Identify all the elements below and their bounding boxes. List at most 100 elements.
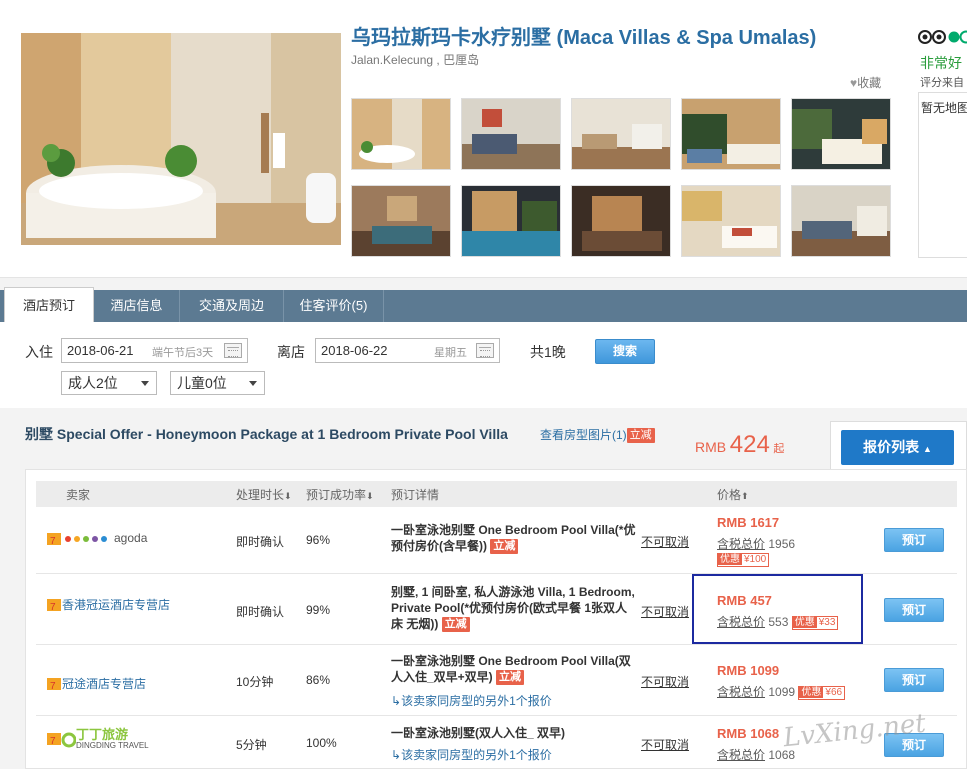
hotel-main-photo[interactable] [21,33,341,245]
tab-bar: 酒店预订 酒店信息 交通及周边 住客评价(5) [0,287,967,322]
discount-label: 优惠 [799,686,824,698]
discount-badge: 立减 [626,428,655,444]
return-arrow-icon: ↳ [391,694,402,708]
th-price[interactable]: 价格⬆ [717,486,749,503]
offer-detail[interactable]: 别墅, 1 间卧室, 私人游泳池 Villa, 1 Bedroom, Priva… [391,584,636,633]
svg-text:7: 7 [50,681,56,691]
room-photos-link[interactable]: 查看房型图片(1) 立减 [540,426,655,444]
th-seller: 卖家 [66,488,91,502]
checkout-label: 离店 [277,344,305,360]
tab-booking[interactable]: 酒店预订 [4,287,94,322]
seller-logo-dingding[interactable]: 7 丁丁旅游 DINGDING TRAVEL [46,728,149,751]
thumbnail-1[interactable] [351,98,451,170]
seller-logo-guantu[interactable]: 7 冠途酒店专营店 [46,675,146,692]
book-button[interactable]: 预订 [884,668,944,692]
checkout-value: 2018-06-22 [321,343,388,358]
th-success-rate-label: 预订成功率 [306,488,367,502]
checkout-hint: 星期五 [434,347,467,359]
more-offers-text: 该卖家同房型的另外1个报价 [401,694,552,708]
discount-badge: 立减 [441,617,470,633]
map-placeholder: 暂无地图 [921,101,967,115]
tab-transport[interactable]: 交通及周边 [180,290,284,322]
children-select[interactable]: 儿童0位 [170,371,265,395]
calendar-icon[interactable] [476,343,494,358]
success-rate: 96% [306,533,331,547]
th-price-label: 价格 [717,488,742,502]
caret-up-icon: ▲ [922,444,932,454]
room-photos-text: 查看房型图片(1) [540,428,627,442]
price-list-button[interactable]: 报价列表 ▲ [841,430,954,465]
table-header [36,481,957,507]
seller-logo-agoda[interactable]: 7 agoda [46,531,156,550]
search-button[interactable]: 搜索 [595,339,655,364]
checkin-date-input[interactable]: 2018-06-21 端午节后3天 [61,338,248,363]
rating-text: 非常好 [920,55,962,71]
thumbnail-6[interactable] [351,185,451,257]
thumbnail-3[interactable] [571,98,671,170]
arrow-up-icon: ⬆ [741,491,749,501]
discount-value: ¥66 [825,686,843,698]
process-time: 即时确认 [236,605,285,619]
process-time: 10分钟 [236,675,274,689]
hotel-title: 乌玛拉斯玛卡水疗别墅 (Maca Villas & Spa Umalas) [351,27,817,49]
seller-logo-guanyun[interactable]: 7 香港冠运酒店专营店 [46,596,170,613]
more-offers-link[interactable]: ↳该卖家同房型的另外1个报价 [391,692,552,709]
favorite-label: 收藏 [857,76,882,90]
success-rate: 100% [306,736,337,750]
cancel-policy[interactable]: 不可取消 [641,736,689,753]
row-divider [36,644,957,645]
cancel-policy[interactable]: 不可取消 [641,603,689,620]
tax-total: 含税总价 1068 [717,746,795,763]
children-value: 儿童0位 [177,375,227,391]
adults-value: 成人2位 [68,375,118,391]
thumbnail-9[interactable] [681,185,781,257]
offer-detail-text: 别墅, 1 间卧室, 私人游泳池 Villa, 1 Bedroom, Priva… [391,585,635,631]
discount-tag: 优惠 ¥100 [717,551,770,567]
rating-source: 评分来自 [920,77,964,89]
thumbnail-10[interactable] [791,185,891,257]
checkout-date-input[interactable]: 2018-06-22 星期五 [315,338,500,363]
chevron-down-icon [249,381,257,386]
thumbnail-4[interactable] [681,98,781,170]
discount-label: 优惠 [718,553,742,565]
tab-reviews[interactable]: 住客评价(5) [284,290,384,322]
cancel-policy[interactable]: 不可取消 [641,673,689,690]
offer-detail[interactable]: 一卧室泳池别墅 One Bedroom Pool Villa(双人入住_双早+双… [391,653,636,686]
thumbnail-2[interactable] [461,98,561,170]
arrow-down-icon: ⬇ [366,491,374,501]
highlight-box [692,574,863,644]
checkin-hint: 端午节后3天 [152,347,214,359]
tab-hotel-info[interactable]: 酒店信息 [94,290,180,322]
book-button[interactable]: 预订 [884,528,944,552]
svg-text:7: 7 [50,736,56,747]
thumbnail-8[interactable] [571,185,671,257]
th-success-rate[interactable]: 预订成功率⬇ [306,486,374,503]
hotel-address: Jalan.Kelecung , 巴厘岛 [351,53,480,67]
success-rate: 99% [306,603,331,617]
checkin-value: 2018-06-21 [67,343,134,358]
more-offers-text: 该卖家同房型的另外1个报价 [401,748,552,762]
adults-select[interactable]: 成人2位 [61,371,157,395]
offer-detail[interactable]: 一卧室泳池别墅(双人入住_ 双早) [391,725,636,741]
book-button[interactable]: 预订 [884,598,944,622]
nights-count: 共1晚 [530,344,566,360]
favorite-button[interactable]: ♥收藏 [850,74,881,91]
th-process-time[interactable]: 处理时长⬇ [236,486,292,503]
seller-name: 香港冠运酒店专营店 [62,598,171,613]
thumbnail-7[interactable] [461,185,561,257]
price-list-label: 报价列表 [863,439,920,455]
discount-value: ¥100 [744,553,767,565]
tax-total-value: 1099 [768,685,796,699]
calendar-icon[interactable] [224,343,242,358]
offer-price: RMB 1099 [717,663,780,678]
more-offers-link[interactable]: ↳该卖家同房型的另外1个报价 [391,746,552,763]
checkin-label: 入住 [25,344,53,360]
offer-price: RMB 1617 [717,515,780,530]
tripadvisor-logo [918,28,967,49]
thumbnail-5[interactable] [791,98,891,170]
process-time: 即时确认 [236,535,285,549]
th-details: 预订详情 [391,488,440,502]
svg-text:7: 7 [50,602,56,612]
offer-detail[interactable]: 一卧室泳池别墅 One Bedroom Pool Villa(*优预付房价(含早… [391,522,636,555]
cancel-policy[interactable]: 不可取消 [641,533,689,550]
